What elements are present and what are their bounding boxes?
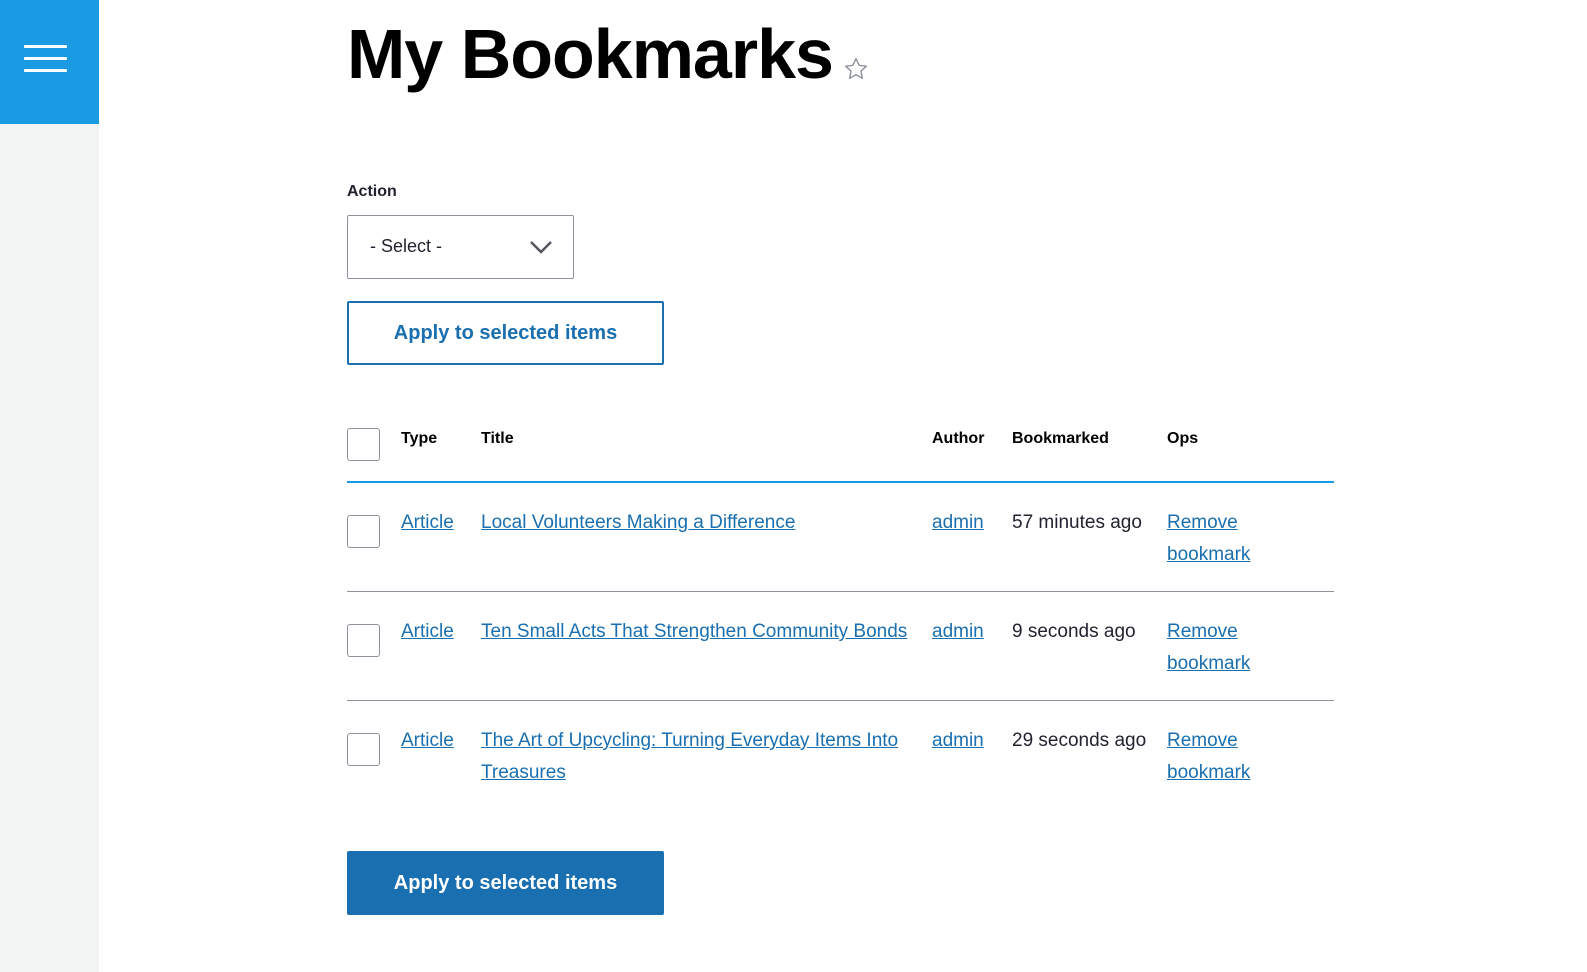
title-row: My Bookmarks [347, 14, 869, 94]
action-select[interactable]: - Select - [347, 215, 574, 279]
apply-selected-button-bottom[interactable]: Apply to selected items [347, 851, 664, 915]
title-link[interactable]: Local Volunteers Making a Difference [481, 507, 911, 539]
hamburger-menu-icon [24, 57, 67, 60]
table-row: Article Ten Small Acts That Strengthen C… [347, 592, 1334, 701]
title-link[interactable]: The Art of Upcycling: Turning Everyday I… [481, 725, 911, 789]
author-link[interactable]: admin [932, 616, 984, 648]
star-outline-icon[interactable] [843, 56, 869, 82]
remove-bookmark-link[interactable]: Remove bookmark [1167, 507, 1277, 571]
bookmarks-table: Type Title Author Bookmarked Ops Article… [347, 410, 1334, 810]
select-all-checkbox[interactable] [347, 428, 380, 461]
action-select-value: - Select - [370, 236, 443, 256]
action-label: Action [347, 183, 397, 200]
title-link[interactable]: Ten Small Acts That Strengthen Community… [481, 616, 911, 648]
menu-toggle-button[interactable] [0, 0, 99, 124]
remove-bookmark-link[interactable]: Remove bookmark [1167, 725, 1277, 789]
table-header: Type Title Author Bookmarked Ops [347, 410, 1334, 483]
row-checkbox[interactable] [347, 733, 380, 766]
header-type: Type [401, 430, 438, 447]
apply-selected-button-top[interactable]: Apply to selected items [347, 301, 664, 365]
bookmarked-time: 9 seconds ago [1012, 621, 1136, 642]
type-link[interactable]: Article [401, 507, 454, 539]
remove-bookmark-link[interactable]: Remove bookmark [1167, 616, 1277, 680]
header-title: Title [481, 430, 514, 447]
page-title: My Bookmarks [347, 15, 834, 93]
header-author: Author [932, 430, 985, 447]
hamburger-menu-icon [24, 69, 67, 72]
table-row: Article Local Volunteers Making a Differ… [347, 483, 1334, 592]
header-bookmarked: Bookmarked [1012, 430, 1109, 447]
sidebar [0, 0, 99, 972]
chevron-down-icon [530, 241, 552, 254]
table-row: Article The Art of Upcycling: Turning Ev… [347, 701, 1334, 810]
author-link[interactable]: admin [932, 507, 984, 539]
author-link[interactable]: admin [932, 725, 984, 757]
type-link[interactable]: Article [401, 725, 454, 757]
header-ops: Ops [1167, 430, 1199, 447]
hamburger-menu-icon [24, 45, 67, 48]
row-checkbox[interactable] [347, 515, 380, 548]
type-link[interactable]: Article [401, 616, 454, 648]
bookmarked-time: 29 seconds ago [1012, 730, 1147, 751]
bookmarked-time: 57 minutes ago [1012, 512, 1142, 533]
row-checkbox[interactable] [347, 624, 380, 657]
